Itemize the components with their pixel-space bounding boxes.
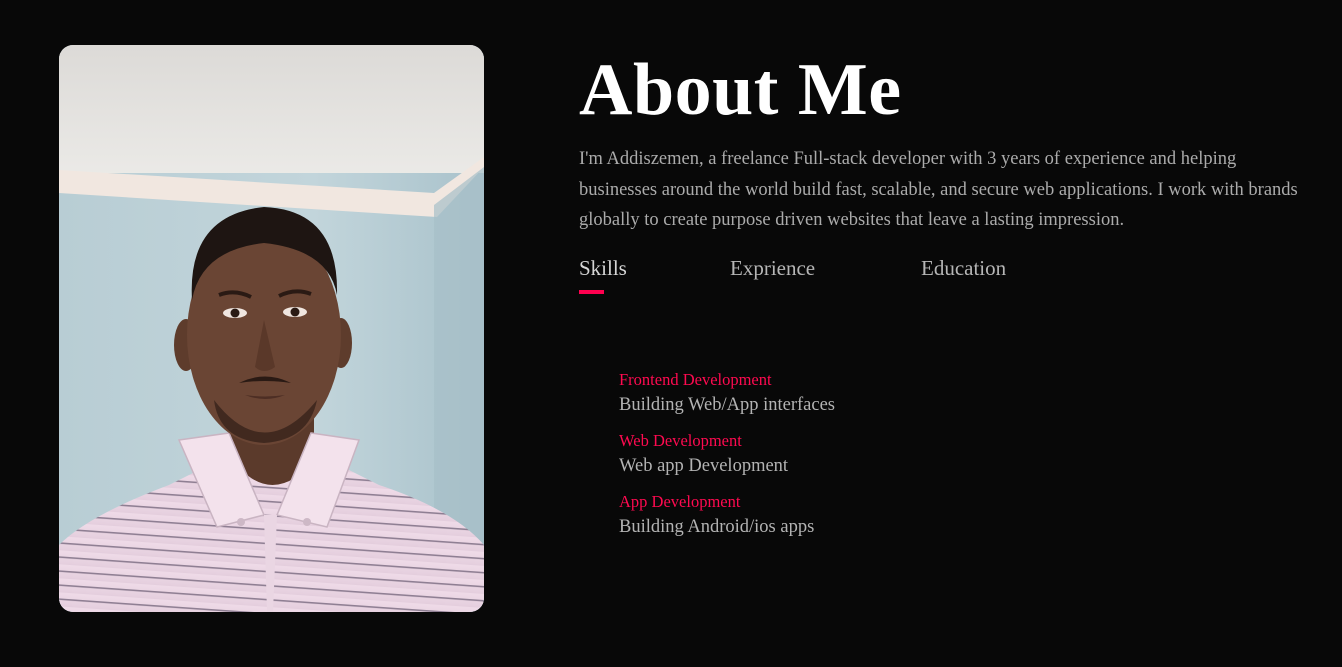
list-item: Web Development Web app Development (619, 429, 835, 479)
about-tabs: Skills Exprience Education (579, 254, 1309, 294)
list-item: Frontend Development Building Web/App in… (619, 368, 835, 418)
tab-experience[interactable]: Exprience (730, 254, 815, 282)
skill-title: App Development (619, 492, 741, 511)
profile-photo (59, 45, 484, 612)
about-section: About Me I'm Addiszemen, a freelance Ful… (579, 48, 1309, 294)
active-tab-indicator (579, 289, 604, 294)
tab-education[interactable]: Education (921, 254, 1006, 282)
about-intro: I'm Addiszemen, a freelance Full-stack d… (579, 149, 1298, 230)
skills-list: Frontend Development Building Web/App in… (619, 368, 835, 551)
list-item: App Development Building Android/ios app… (619, 490, 835, 540)
about-title: About Me (579, 49, 902, 131)
tab-skills[interactable]: Skills (579, 254, 627, 282)
skill-title: Web Development (619, 431, 742, 450)
skill-description: Web app Development (619, 456, 789, 476)
skill-description: Building Android/ios apps (619, 517, 815, 537)
skill-title: Frontend Development (619, 370, 772, 389)
skill-description: Building Web/App interfaces (619, 395, 836, 415)
